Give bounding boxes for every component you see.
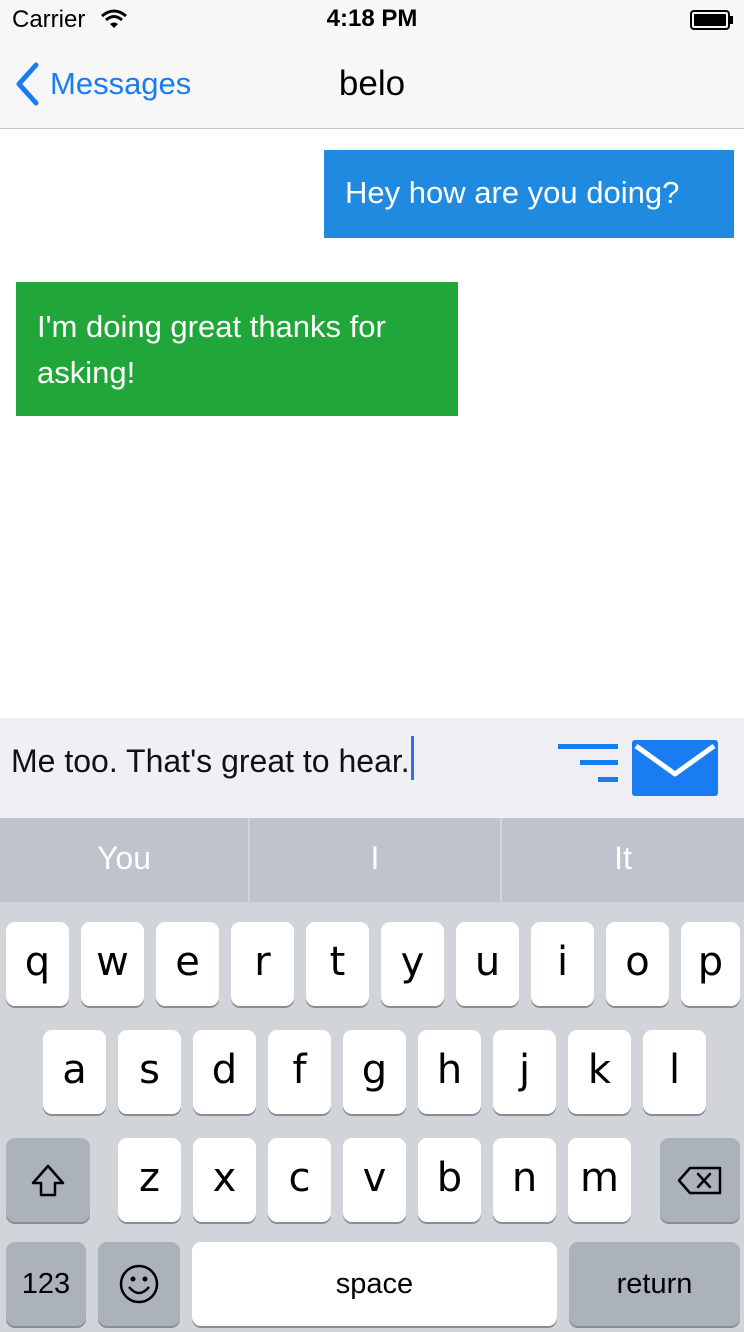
key-f[interactable]: f <box>268 1030 331 1114</box>
key-p[interactable]: p <box>681 922 740 1006</box>
shift-icon <box>31 1164 65 1197</box>
key-i[interactable]: i <box>531 922 594 1006</box>
key-b[interactable]: b <box>418 1138 481 1222</box>
conversation-title: belo <box>338 64 406 103</box>
key-a[interactable]: a <box>43 1030 106 1114</box>
return-key[interactable]: return <box>569 1242 740 1326</box>
key-v[interactable]: v <box>343 1138 406 1222</box>
key-q[interactable]: q <box>6 922 69 1006</box>
sent-message-bubble: Hey how are you doing? <box>324 150 734 238</box>
key-l[interactable]: l <box>643 1030 706 1114</box>
key-k[interactable]: k <box>568 1030 631 1114</box>
suggestion-1[interactable]: You <box>0 818 248 902</box>
key-c[interactable]: c <box>268 1138 331 1222</box>
delete-icon <box>677 1166 722 1195</box>
space-key[interactable]: space <box>192 1242 557 1326</box>
key-m[interactable]: m <box>568 1138 631 1222</box>
key-g[interactable]: g <box>343 1030 406 1114</box>
key-o[interactable]: o <box>606 922 669 1006</box>
key-h[interactable]: h <box>418 1030 481 1114</box>
suggestion-3[interactable]: It <box>502 818 744 902</box>
key-j[interactable]: j <box>493 1030 556 1114</box>
key-w[interactable]: w <box>81 922 144 1006</box>
key-e[interactable]: e <box>156 922 219 1006</box>
key-u[interactable]: u <box>456 922 519 1006</box>
shift-key[interactable] <box>6 1138 90 1222</box>
numbers-key[interactable]: 123 <box>6 1242 86 1326</box>
key-x[interactable]: x <box>193 1138 256 1222</box>
delete-key[interactable] <box>660 1138 740 1222</box>
message-input-text: Me too. That's great to hear. <box>11 743 410 779</box>
key-y[interactable]: y <box>381 922 444 1006</box>
text-caret <box>410 736 414 780</box>
key-d[interactable]: d <box>193 1030 256 1114</box>
message-input[interactable]: Me too. That's great to hear. <box>11 736 414 781</box>
emoji-key[interactable] <box>98 1242 180 1326</box>
suggestion-2[interactable]: I <box>250 818 500 902</box>
key-r[interactable]: r <box>231 922 294 1006</box>
emoji-icon <box>119 1264 159 1304</box>
key-z[interactable]: z <box>118 1138 181 1222</box>
clock: 4:18 PM <box>326 5 418 32</box>
received-message-bubble: I'm doing great thanks for asking! <box>16 282 458 416</box>
predictive-bar: You I It <box>0 818 744 902</box>
key-n[interactable]: n <box>493 1138 556 1222</box>
key-t[interactable]: t <box>306 922 369 1006</box>
key-s[interactable]: s <box>118 1030 181 1114</box>
battery-icon <box>690 10 733 30</box>
menu-lines-icon[interactable] <box>556 742 620 786</box>
send-envelope-icon[interactable] <box>632 740 718 796</box>
